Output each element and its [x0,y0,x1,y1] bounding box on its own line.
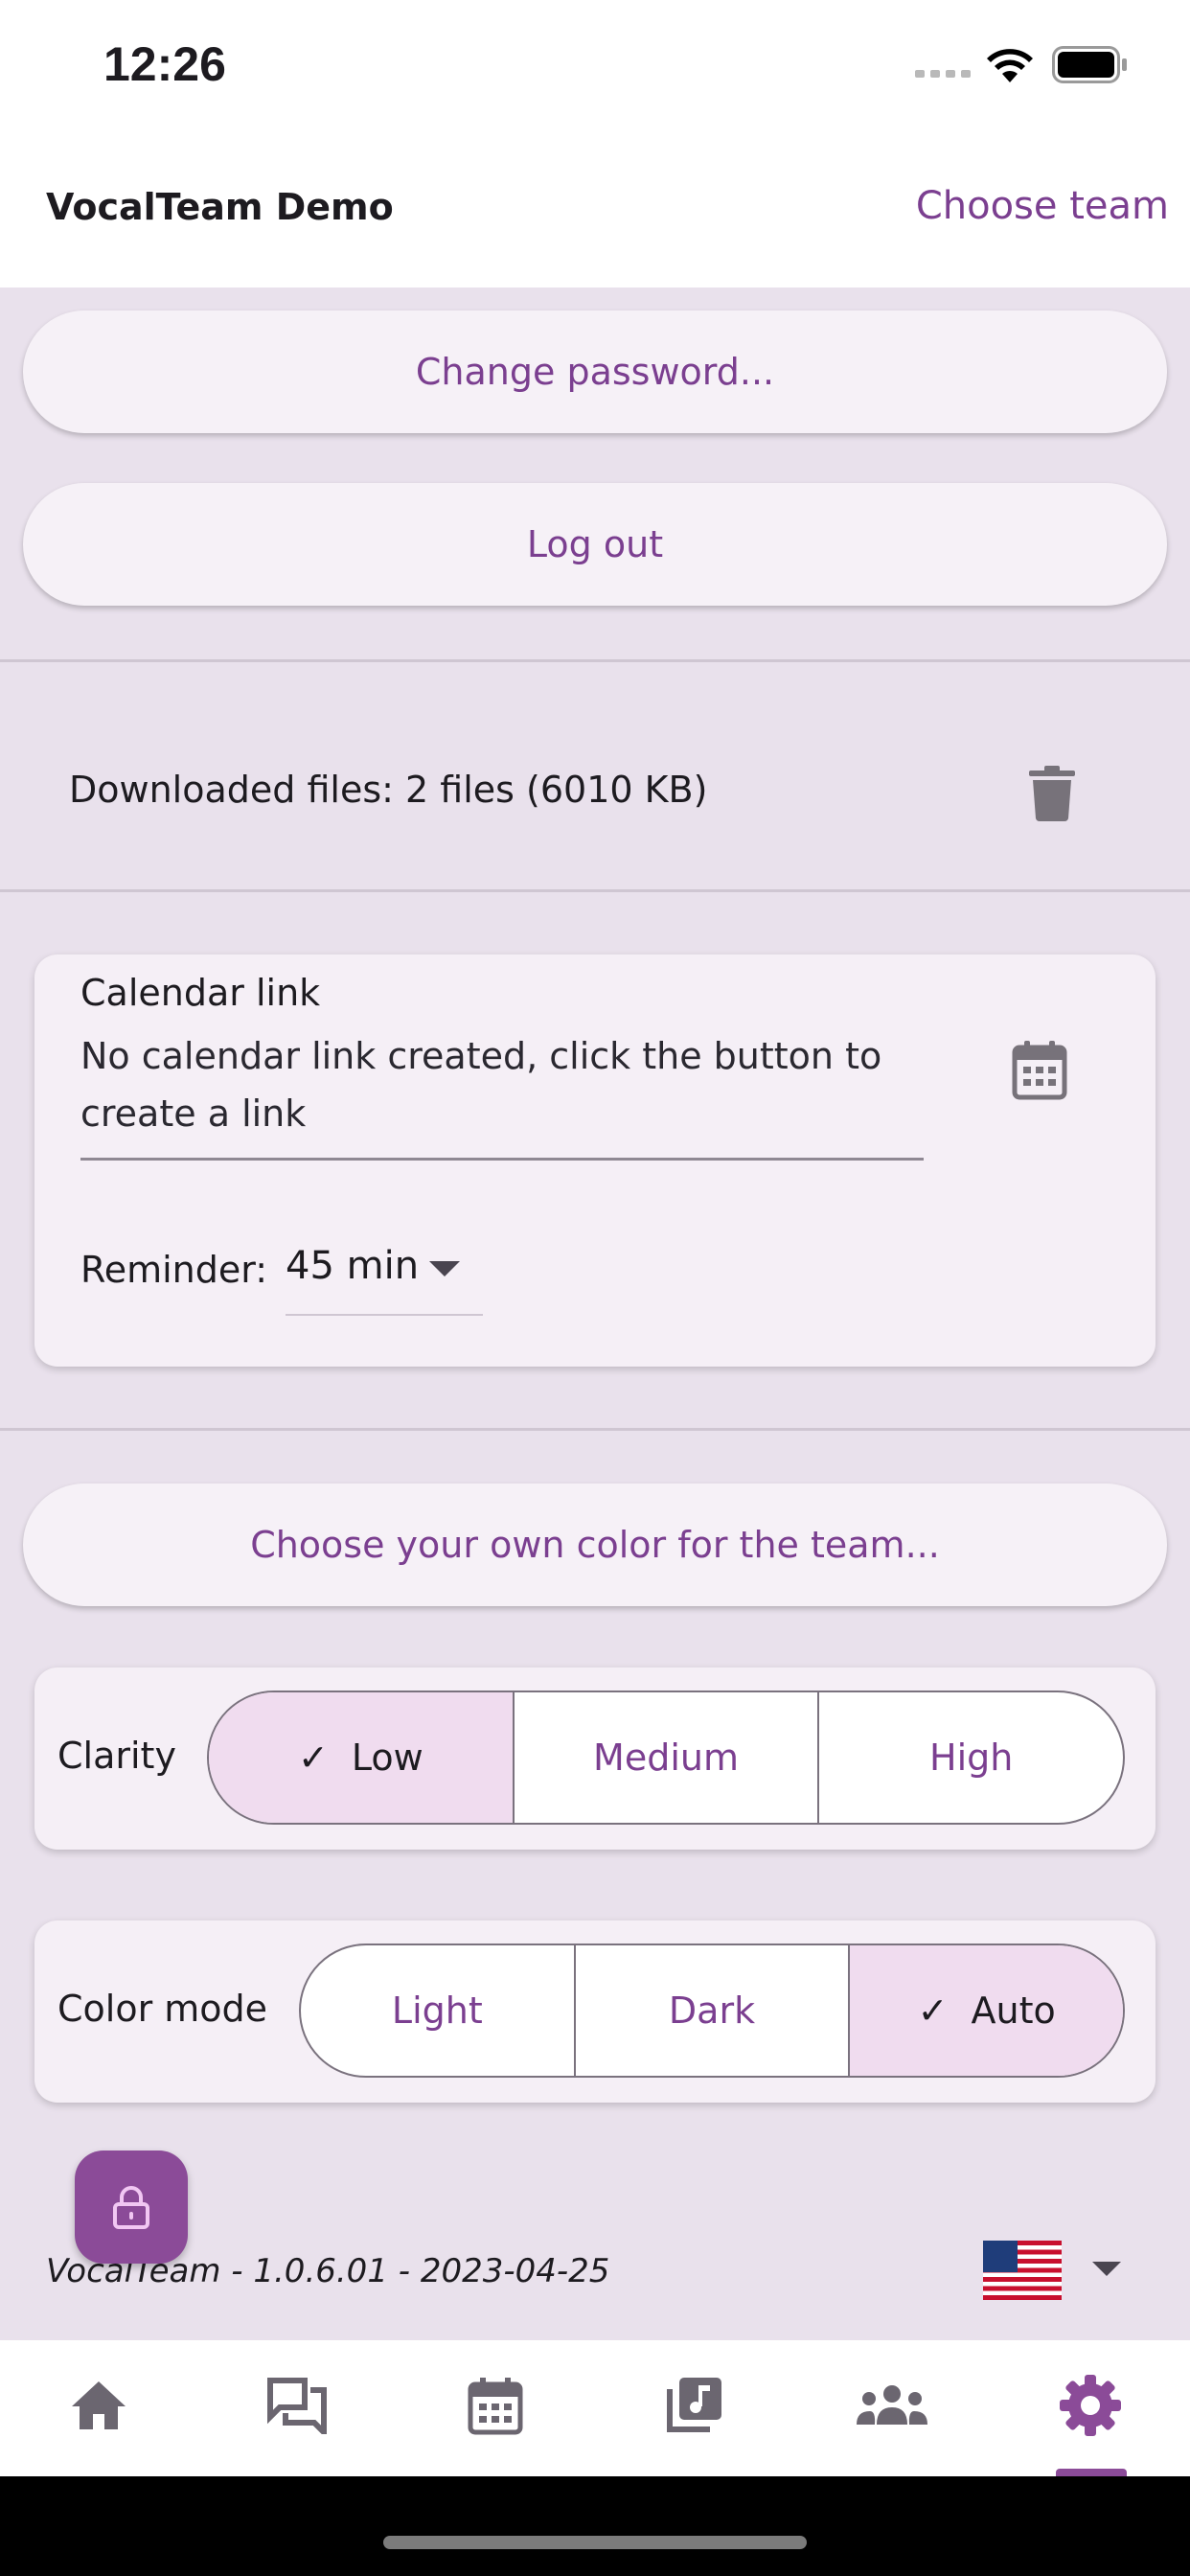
home-indicator[interactable] [383,2536,807,2549]
calendar-link-underline [80,1158,924,1161]
chevron-down-icon[interactable] [429,1261,460,1276]
nav-chat[interactable] [249,2367,345,2444]
bottom-navigation [0,2340,1190,2476]
divider [0,659,1190,662]
nav-settings[interactable] [1042,2367,1138,2444]
trash-icon[interactable] [1027,765,1077,822]
settings-icon [1060,2375,1121,2436]
active-tab-indicator [1056,2469,1127,2476]
home-indicator-area [0,2476,1190,2576]
us-flag-icon[interactable] [983,2241,1062,2300]
reminder-underline [286,1314,483,1316]
calendar-link-label: Calendar link [80,972,321,1014]
divider [0,889,1190,892]
change-password-button[interactable]: Change password... [23,310,1167,433]
chat-icon [267,2378,327,2434]
calendar-card: Calendar link No calendar link created, … [34,954,1156,1367]
nav-calendar[interactable] [447,2367,543,2444]
color-mode-card: Color mode Light Dark ✓ Auto [34,1920,1156,2103]
divider [0,1428,1190,1431]
check-icon: ✓ [917,1990,949,2032]
downloaded-files-text: Downloaded files: 2 files (6010 KB) [69,769,708,811]
calendar-icon [468,2378,523,2435]
choose-team-color-button[interactable]: Choose your own color for the team... [23,1484,1167,1606]
calendar-link-field: No calendar link created, click the butt… [80,1035,882,1135]
clarity-option-medium[interactable]: Medium [515,1692,820,1823]
color-mode-option-dark[interactable]: Dark [576,1945,851,2076]
music-library-icon [667,2378,721,2432]
app-header: VocalTeam Demo Choose team [0,134,1190,288]
color-mode-segmented-control: Light Dark ✓ Auto [299,1944,1125,2078]
lock-button[interactable] [75,2150,188,2264]
battery-icon [1052,46,1127,83]
nav-music-library[interactable] [646,2367,742,2444]
color-mode-label: Color mode [57,1988,268,2030]
clarity-option-high[interactable]: High [819,1692,1123,1823]
wifi-icon [987,49,1033,82]
log-out-button[interactable]: Log out [23,483,1167,606]
clarity-option-low[interactable]: ✓ Low [209,1692,515,1823]
color-mode-option-auto[interactable]: ✓ Auto [850,1945,1123,2076]
choose-team-button[interactable]: Choose team [916,184,1169,228]
home-icon [72,2381,126,2429]
color-mode-option-light[interactable]: Light [301,1945,576,2076]
nav-home[interactable] [51,2367,147,2444]
clarity-segmented-control: ✓ Low Medium High [207,1690,1125,1825]
chevron-down-icon[interactable] [1092,2262,1121,2276]
clarity-card: Clarity ✓ Low Medium High [34,1668,1156,1850]
calendar-icon[interactable] [1012,1039,1067,1100]
reminder-dropdown[interactable]: 45 min [286,1244,419,1288]
page-title: VocalTeam Demo [46,186,394,228]
nav-group[interactable] [844,2367,940,2444]
group-icon [857,2385,927,2425]
status-bar: 12:26 [0,0,1190,134]
lock-icon [113,2186,149,2229]
reminder-label: Reminder: [80,1249,267,1291]
clarity-label: Clarity [57,1735,176,1777]
status-time: 12:26 [103,37,226,91]
check-icon: ✓ [297,1736,329,1779]
cellular-signal-icon [915,70,971,78]
